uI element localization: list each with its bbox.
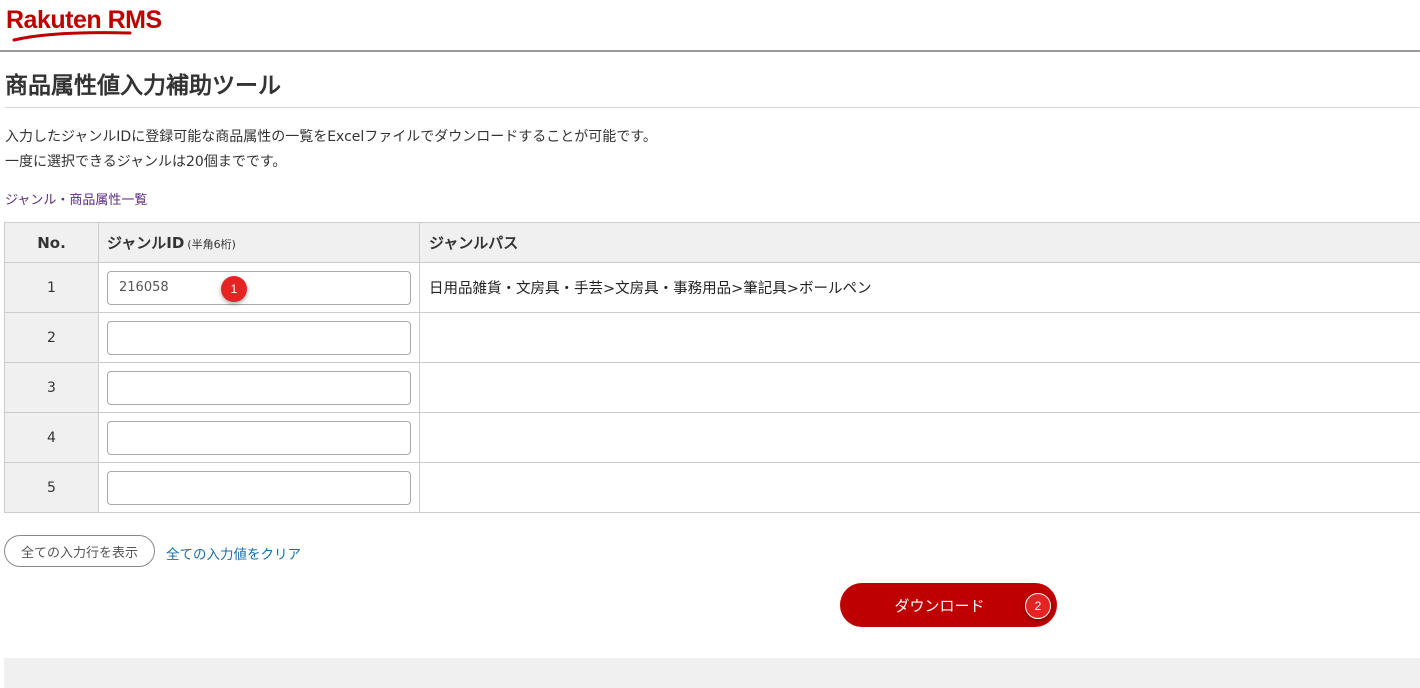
step-marker-1: 1	[221, 276, 247, 302]
genre-input-table: No. ジャンルID(半角6桁) ジャンルパス 1 日用品雑貨・文房具・手芸>文…	[4, 222, 1420, 513]
rakuten-rms-logo[interactable]: Rakuten RMS	[6, 4, 186, 44]
genre-id-cell	[99, 263, 420, 313]
genre-id-input[interactable]	[107, 271, 411, 305]
description-line-2: 一度に選択できるジャンルは20個までです。	[5, 151, 286, 171]
genre-id-input[interactable]	[107, 421, 411, 455]
header-no: No.	[5, 223, 99, 263]
header-genre-path: ジャンルパス	[420, 223, 1420, 263]
genre-id-cell	[99, 363, 420, 413]
description-line-1: 入力したジャンルIDに登録可能な商品属性の一覧をExcelファイルでダウンロード…	[5, 126, 657, 146]
genre-attribute-list-link[interactable]: ジャンル・商品属性一覧	[5, 189, 147, 208]
row-number: 2	[5, 313, 99, 363]
genre-id-cell	[99, 413, 420, 463]
step-marker-2: 2	[1025, 593, 1051, 619]
row-number: 1	[5, 263, 99, 313]
clear-all-link[interactable]: 全ての入力値をクリア	[166, 543, 301, 563]
genre-path-cell	[420, 413, 1420, 463]
genre-id-input[interactable]	[107, 471, 411, 505]
table-row: 2	[5, 313, 1420, 363]
page-title: 商品属性値入力補助ツール	[5, 66, 281, 100]
table-row: 1 日用品雑貨・文房具・手芸>文房具・事務用品>筆記具>ボールペン	[5, 263, 1420, 313]
header-genre-id-label: ジャンルID	[107, 234, 184, 252]
show-all-rows-button[interactable]: 全ての入力行を表示	[4, 535, 155, 567]
table-row: 3	[5, 363, 1420, 413]
row-number: 4	[5, 413, 99, 463]
genre-id-cell	[99, 463, 420, 513]
header-genre-id-note: (半角6桁)	[187, 238, 236, 251]
logo-swoosh-icon	[12, 29, 132, 43]
genre-path-cell: 日用品雑貨・文房具・手芸>文房具・事務用品>筆記具>ボールペン	[420, 263, 1420, 313]
header-genre-id: ジャンルID(半角6桁)	[99, 223, 420, 263]
app-header: Rakuten RMS	[0, 0, 1420, 52]
title-divider	[5, 107, 1420, 108]
genre-id-cell	[99, 313, 420, 363]
row-number: 3	[5, 363, 99, 413]
genre-path-cell	[420, 463, 1420, 513]
table-row: 5	[5, 463, 1420, 513]
bottom-info-panel	[4, 658, 1420, 688]
table-header-row: No. ジャンルID(半角6桁) ジャンルパス	[5, 223, 1420, 263]
genre-path-cell	[420, 363, 1420, 413]
genre-id-input[interactable]	[107, 321, 411, 355]
genre-id-input[interactable]	[107, 371, 411, 405]
row-number: 5	[5, 463, 99, 513]
table-row: 4	[5, 413, 1420, 463]
genre-path-cell	[420, 313, 1420, 363]
